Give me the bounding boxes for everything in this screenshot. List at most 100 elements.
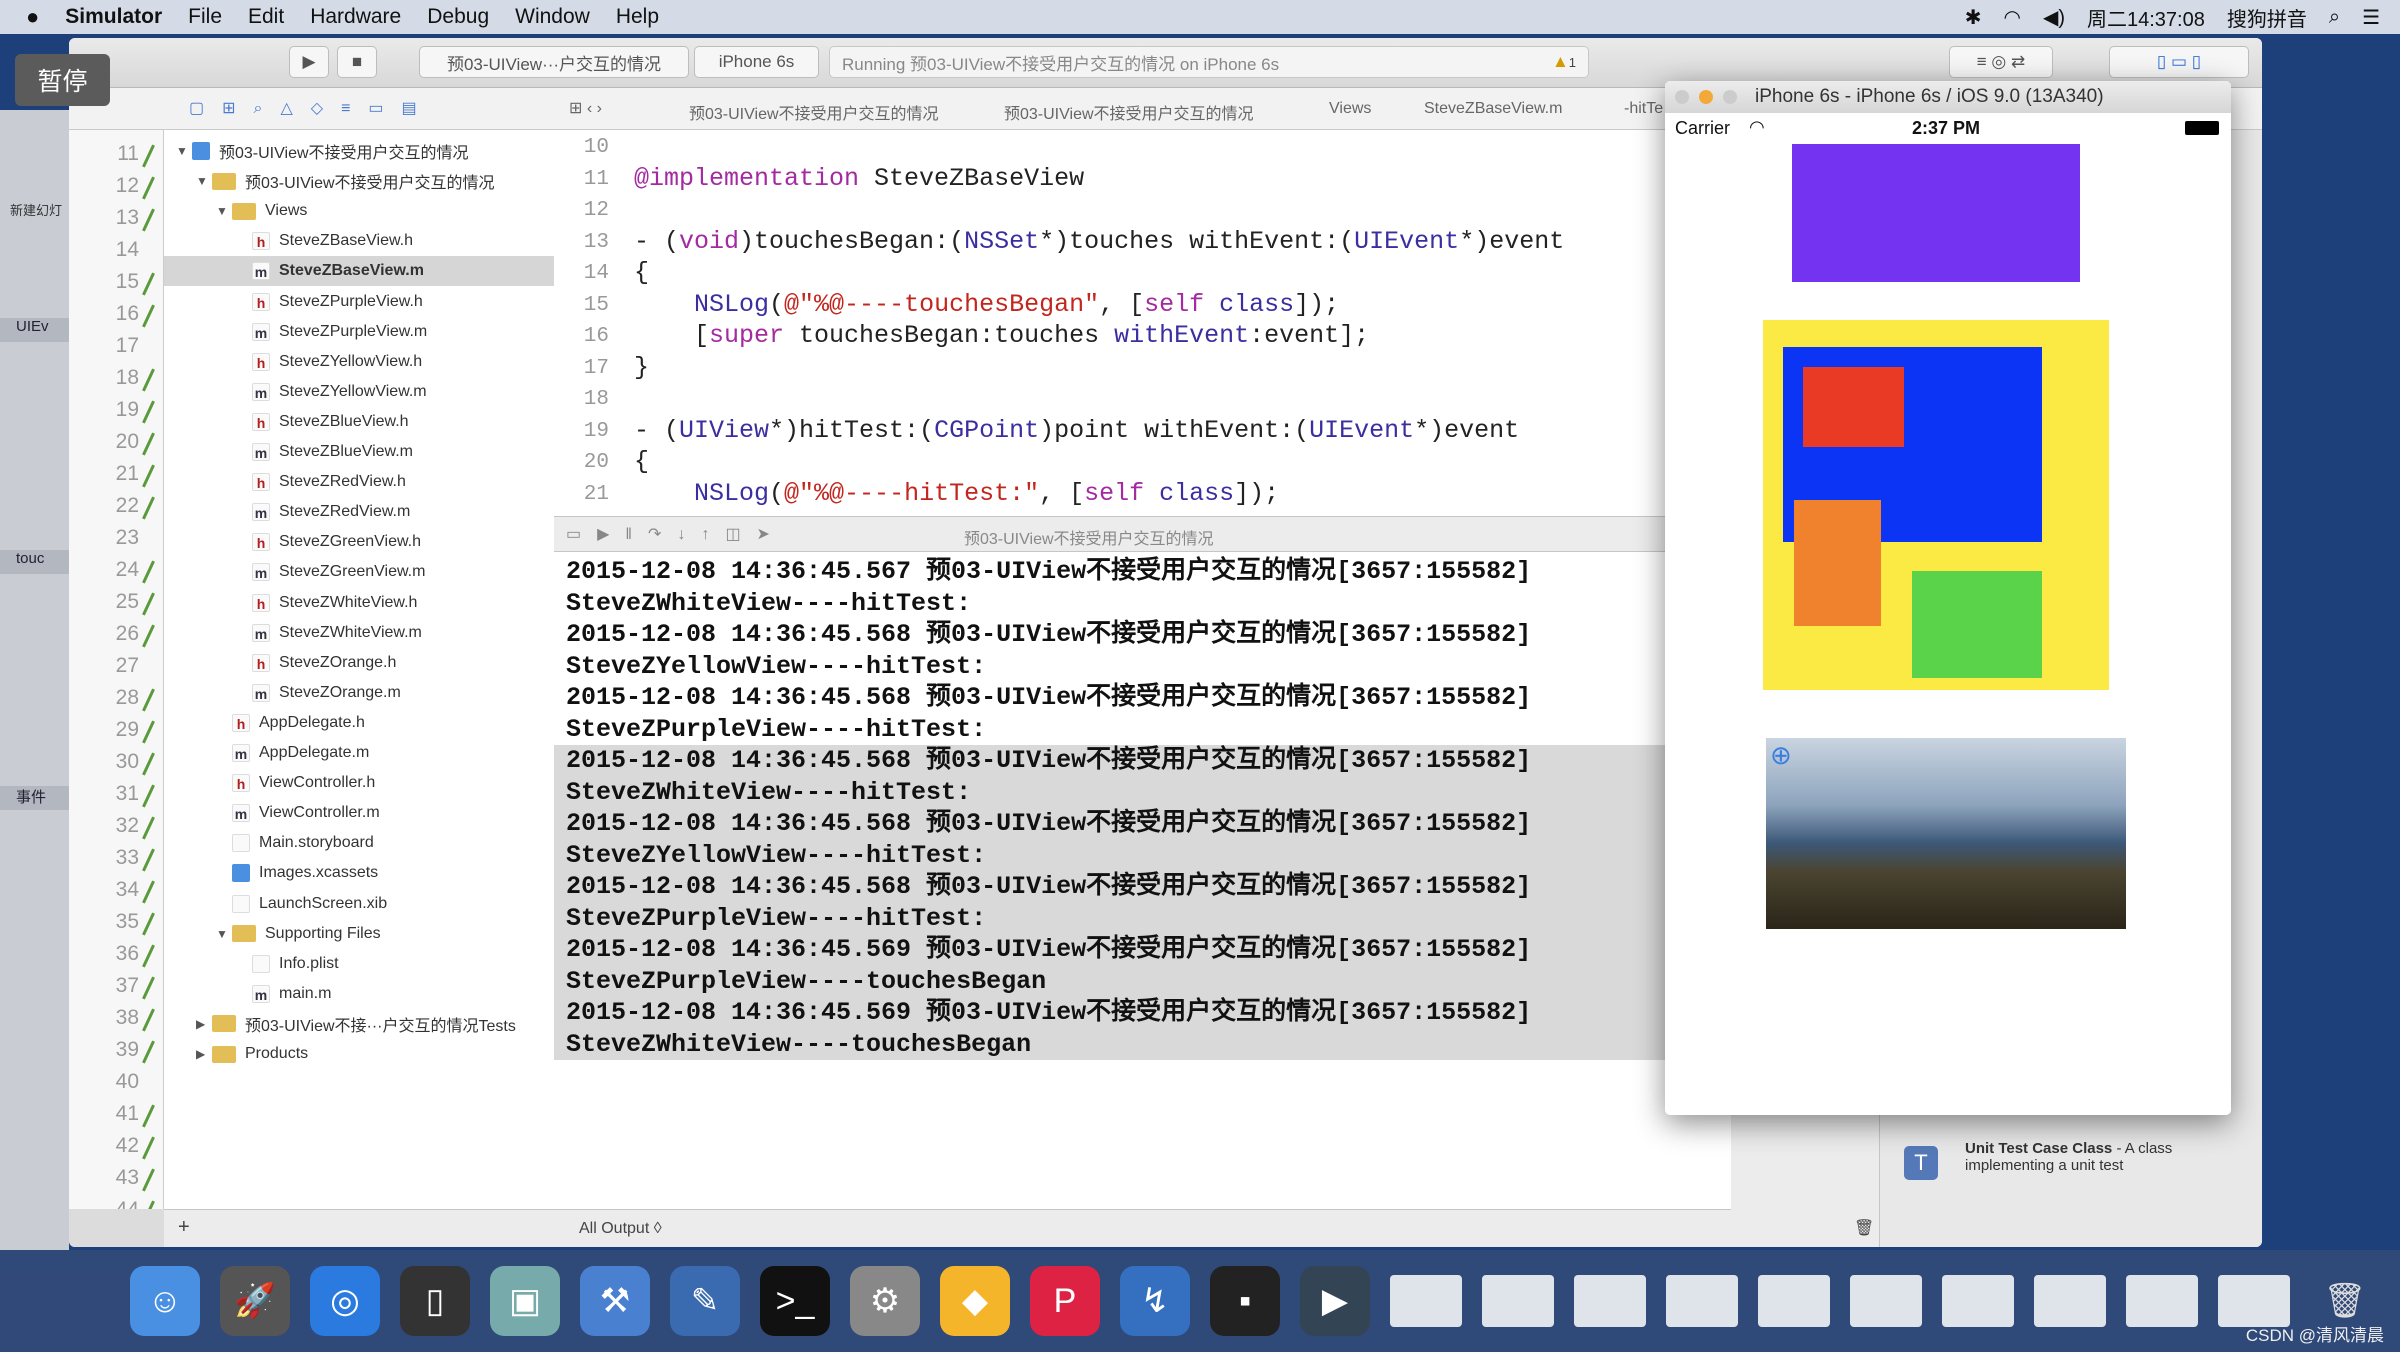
terminal-icon[interactable]: >_ — [760, 1266, 830, 1336]
navigator-item[interactable]: h SteveZYellowView.h — [164, 347, 556, 377]
navigator-item[interactable]: h SteveZWhiteView.h — [164, 588, 556, 618]
navigator-item[interactable]: h SteveZBlueView.h — [164, 407, 556, 437]
jump-back-forward[interactable]: ⊞ ‹ › — [569, 98, 602, 118]
navigator-item[interactable]: h SteveZBaseView.h — [164, 226, 556, 256]
disclosure-triangle-icon[interactable]: ▶ — [196, 1017, 212, 1031]
navigator-item[interactable]: h SteveZOrange.h — [164, 648, 556, 678]
clock[interactable]: 周二14:37:08 — [2087, 3, 2205, 32]
orange-view[interactable] — [1794, 500, 1881, 626]
menu-edit[interactable]: Edit — [248, 5, 284, 29]
navigator-item[interactable]: ▶ Products — [164, 1039, 556, 1069]
stop-button[interactable]: ■ — [337, 46, 377, 78]
breadcrumb-4[interactable]: -hitTe — [1624, 100, 1663, 118]
output-filter-select[interactable]: All Output ◊ — [579, 1220, 662, 1238]
menu-app[interactable]: Simulator — [65, 5, 162, 29]
navigator-item[interactable]: m SteveZBlueView.m — [164, 437, 556, 467]
navigator-item[interactable]: m SteveZBaseView.m — [164, 256, 556, 287]
navigator-item[interactable]: m SteveZGreenView.m — [164, 557, 556, 587]
navigator-item[interactable]: Main.storyboard — [164, 828, 556, 858]
new-slide-label[interactable]: 新建幻灯 — [10, 200, 62, 219]
ime-indicator[interactable]: 搜狗拼音 — [2227, 3, 2307, 32]
xcode-icon[interactable]: ⚒ — [580, 1266, 650, 1336]
mouse-icon[interactable]: ▯ — [400, 1266, 470, 1336]
menu-hardware[interactable]: Hardware — [310, 5, 401, 29]
green-view[interactable] — [1912, 571, 2042, 678]
minimized-window-thumbnail[interactable] — [2218, 1275, 2290, 1327]
minimized-window-thumbnail[interactable] — [1482, 1275, 1554, 1327]
warning-icon[interactable]: ▲1 — [1552, 52, 1576, 72]
bluetooth-icon[interactable]: ✱ — [1965, 5, 1982, 30]
add-circle-icon[interactable]: ⊕ — [1770, 740, 1792, 771]
volume-icon[interactable]: ◀) — [2043, 5, 2065, 30]
breadcrumb-2[interactable]: Views — [1329, 100, 1371, 118]
navigator-item[interactable]: m ViewController.m — [164, 798, 556, 828]
disclosure-triangle-icon[interactable]: ▼ — [216, 204, 232, 218]
navigator-item[interactable]: Images.xcassets — [164, 858, 556, 888]
editor-mode-buttons[interactable]: ≡ ◎ ⇄ — [1949, 46, 2053, 78]
close-button[interactable] — [1675, 90, 1689, 104]
disclosure-triangle-icon[interactable]: ▼ — [216, 927, 232, 941]
sketch-icon[interactable]: ◆ — [940, 1266, 1010, 1336]
navigator-item[interactable]: ▼ 预03-UIView不接受用户交互的情况 — [164, 166, 556, 196]
run-button[interactable]: ▶ — [289, 46, 329, 78]
minimized-window-thumbnail[interactable] — [1758, 1275, 1830, 1327]
breadcrumb-1[interactable]: 预03-UIView不接受用户交互的情况 — [1004, 100, 1254, 124]
navigator-item[interactable]: m SteveZPurpleView.m — [164, 317, 556, 347]
disclosure-triangle-icon[interactable]: ▼ — [196, 174, 212, 188]
navigator-item[interactable]: m SteveZWhiteView.m — [164, 618, 556, 648]
disclosure-triangle-icon[interactable]: ▼ — [176, 144, 192, 158]
navigator-item[interactable]: m main.m — [164, 979, 556, 1009]
red-view[interactable] — [1803, 367, 1904, 447]
minimized-window-thumbnail[interactable] — [2034, 1275, 2106, 1327]
spotlight-icon[interactable]: ⌕ — [2329, 6, 2340, 29]
preview-icon[interactable]: ▣ — [490, 1266, 560, 1336]
zoom-button[interactable] — [1723, 90, 1737, 104]
navigator-item[interactable]: ▼ 预03-UIView不接受用户交互的情况 — [164, 136, 556, 166]
navigator-item[interactable]: m SteveZYellowView.m — [164, 377, 556, 407]
notification-center-icon[interactable]: ☰ — [2362, 5, 2380, 30]
minimized-window-thumbnail[interactable] — [1850, 1275, 1922, 1327]
purple-view[interactable] — [1792, 144, 2080, 282]
code-editor[interactable]: 10 11 @implementation SteveZBaseView 12 13 - … — [554, 130, 1731, 554]
navigator-item[interactable]: m AppDelegate.m — [164, 738, 556, 768]
app-icon[interactable]: ↯ — [1120, 1266, 1190, 1336]
wifi-icon[interactable]: ◠ — [2004, 5, 2021, 30]
navigator-item[interactable]: ▼ Supporting Files — [164, 919, 556, 949]
minimized-window-thumbnail[interactable] — [1666, 1275, 1738, 1327]
pause-badge[interactable]: 暂停 — [15, 54, 110, 106]
menu-help[interactable]: Help — [616, 5, 659, 29]
quicktime-icon[interactable]: ▶ — [1300, 1266, 1370, 1336]
minimized-window-thumbnail[interactable] — [1942, 1275, 2014, 1327]
add-icon[interactable]: + — [178, 1216, 190, 1239]
scheme-selector[interactable]: 预03-UIView···户交互的情况 — [419, 46, 689, 78]
instruments-icon[interactable]: ✎ — [670, 1266, 740, 1336]
trash-icon[interactable]: 🗑 — [1854, 1218, 1874, 1238]
navigator-item[interactable]: Info.plist — [164, 949, 556, 979]
system-preferences-icon[interactable]: ⚙ — [850, 1266, 920, 1336]
navigator-item[interactable]: m SteveZOrange.m — [164, 678, 556, 708]
minimize-button[interactable] — [1699, 90, 1713, 104]
powerpoint-icon[interactable]: P — [1030, 1266, 1100, 1336]
navigator-item[interactable]: ▶ 预03-UIView不接···户交互的情况Tests — [164, 1009, 556, 1039]
library-item[interactable]: T Unit Test Case Class - A class impleme… — [1880, 1118, 2210, 1208]
debug-console[interactable]: 2015-12-08 14:36:45.567 预03-UIView不接受用户交… — [554, 552, 1731, 1212]
photo-image-view[interactable]: ⊕ — [1766, 738, 2126, 929]
console-icon[interactable]: ▪ — [1210, 1266, 1280, 1336]
view-toggle-buttons[interactable]: ▯ ▭ ▯ — [2109, 46, 2249, 78]
disclosure-triangle-icon[interactable]: ▶ — [196, 1047, 212, 1061]
breadcrumb-3[interactable]: SteveZBaseView.m — [1424, 100, 1562, 118]
device-selector[interactable]: iPhone 6s — [694, 46, 819, 78]
navigator-item[interactable]: h AppDelegate.h — [164, 708, 556, 738]
menu-window[interactable]: Window — [515, 5, 590, 29]
launchpad-icon[interactable]: 🚀 — [220, 1266, 290, 1336]
navigator-item[interactable]: LaunchScreen.xib — [164, 889, 556, 919]
menu-debug[interactable]: Debug — [427, 5, 489, 29]
menu-file[interactable]: File — [188, 5, 222, 29]
navigator-item[interactable]: m SteveZRedView.m — [164, 497, 556, 527]
minimized-window-thumbnail[interactable] — [2126, 1275, 2198, 1327]
finder-icon[interactable]: ☺ — [130, 1266, 200, 1336]
navigator-item[interactable]: h SteveZPurpleView.h — [164, 287, 556, 317]
navigator-item[interactable]: h SteveZRedView.h — [164, 467, 556, 497]
minimized-window-thumbnail[interactable] — [1574, 1275, 1646, 1327]
minimized-window-thumbnail[interactable] — [1390, 1275, 1462, 1327]
